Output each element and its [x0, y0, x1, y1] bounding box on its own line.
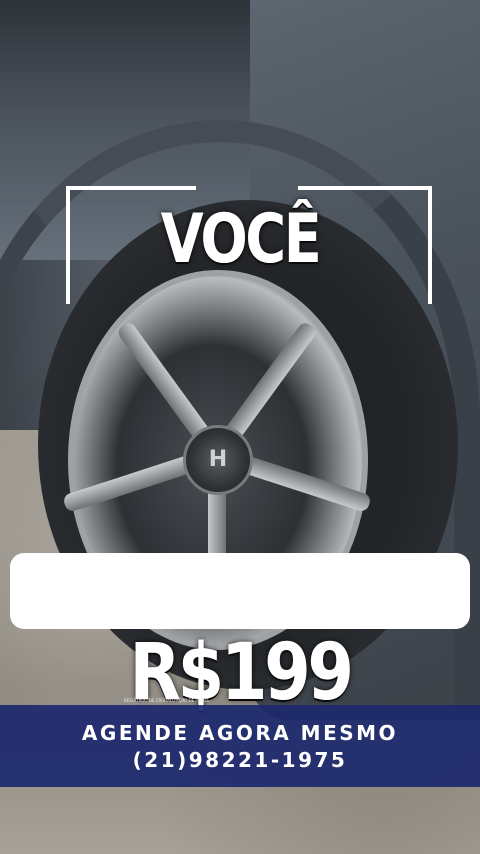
- fine-print: RESULTADO DE CRISTALIZAÇÃO DE PNEUS: [124, 698, 209, 703]
- white-banner: [10, 553, 470, 629]
- headline-text: VOCÊ: [160, 200, 322, 279]
- brand-logo-icon: H: [208, 447, 228, 472]
- cta-band[interactable]: AGENDE AGORA MESMO (21)98221-1975: [0, 705, 480, 787]
- cta-phone-number[interactable]: (21)98221-1975: [0, 748, 480, 772]
- cta-schedule-text: AGENDE AGORA MESMO: [81, 721, 399, 745]
- promo-story: H VOCÊ R$199 RESULTADO DE CRISTALIZAÇÃO …: [0, 0, 480, 854]
